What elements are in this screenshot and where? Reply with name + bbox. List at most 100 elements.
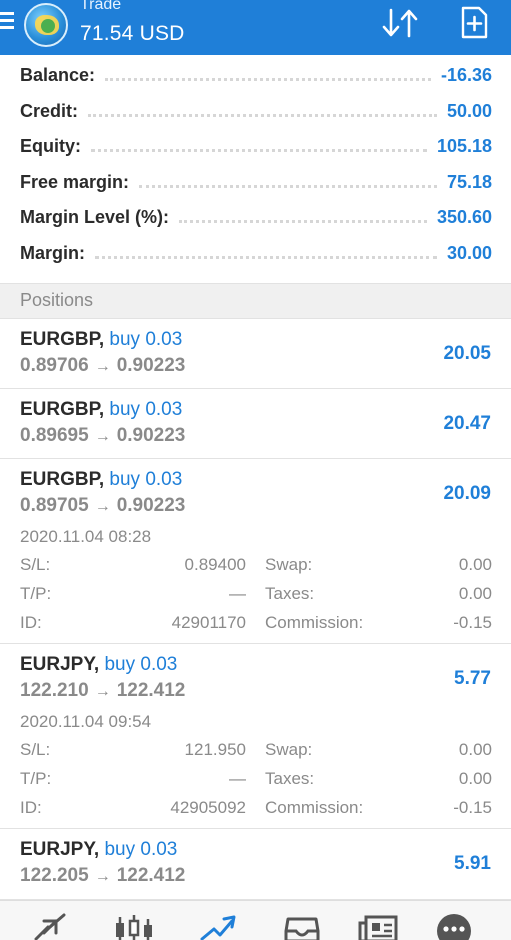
taxes-value: 0.00 [458,584,492,603]
open-time: 2020.11.04 09:54 [20,712,152,731]
arrow-right-icon: → [94,428,111,445]
current-price: 0.90223 [116,495,186,516]
margin-level-label: Margin Level (%): [20,206,170,227]
new-order-icon[interactable] [459,6,489,40]
taxes-value: 0.00 [458,769,492,788]
sort-icon[interactable] [381,8,419,38]
credit-value: 50.00 [446,100,492,121]
position-row-expanded[interactable]: EURGBP, buy 0.03 0.89705 → 0.90223 20.09 2… [0,459,511,644]
swap-label: Swap: [265,740,313,759]
commission-label: Commission: [265,613,364,632]
swap-value: 0.00 [458,555,492,574]
open-price: 122.210 [20,680,89,701]
position-title: EURGBP, buy 0.03 [20,399,182,421]
position-profit: 5.91 [454,853,491,874]
current-price: 0.90223 [116,425,186,446]
history-icon[interactable] [282,913,322,940]
dotted-leader [139,184,437,188]
credit-label: Credit: [20,100,78,121]
position-prices: 0.89705 → 0.90223 [20,495,185,517]
commission-label: Commission: [265,798,364,817]
position-symbol: EURGBP, [20,329,105,350]
taxes-label: Taxes: [265,769,315,788]
open-price: 122.205 [20,865,89,886]
arrow-right-icon: → [94,868,111,885]
news-icon[interactable] [358,913,398,940]
margin-level-row: Margin Level (%): 350.60 [20,199,492,235]
metatrader-logo [24,3,68,47]
quotes-icon[interactable] [30,913,70,940]
equity-label: Equity: [20,135,81,156]
tp-label: T/P: [20,584,52,603]
id-label: ID: [20,798,42,817]
current-price: 122.412 [116,680,186,701]
balance-value: -16.36 [440,64,492,85]
id-label: ID: [20,613,42,632]
margin-level-value: 350.60 [436,206,492,227]
id-value: 42901170 [171,613,246,632]
position-symbol: EURGBP, [20,469,105,490]
margin-label: Margin: [20,242,85,263]
account-summary: Balance: -16.36 Credit: 50.00 Equity: 10… [0,55,511,283]
free-margin-value: 75.18 [446,171,492,192]
position-symbol: EURJPY, [20,839,100,860]
position-row[interactable]: EURGBP, buy 0.03 0.89695 → 0.90223 20.47 [0,389,511,459]
taxes-label: Taxes: [265,584,315,603]
equity-row: Equity: 105.18 [20,128,492,164]
swap-label: Swap: [265,555,313,574]
sl-value: 121.950 [184,740,246,759]
detail-row: T/P: — Taxes: 0.00 [20,769,492,793]
position-prices: 0.89695 → 0.90223 [20,425,185,447]
commission-value: -0.15 [453,613,492,632]
free-margin-label: Free margin: [20,171,130,192]
position-profit: 20.05 [443,343,491,364]
position-title: EURJPY, buy 0.03 [20,654,177,676]
position-profit: 20.09 [443,483,491,504]
equity-value: 105.18 [436,135,492,156]
detail-row: T/P: — Taxes: 0.00 [20,584,492,608]
balance-label: Balance: [20,64,96,85]
margin-row: Margin: 30.00 [20,235,492,271]
open-time: 2020.11.04 08:28 [20,527,152,546]
arrow-right-icon: → [94,683,111,700]
position-title: EURJPY, buy 0.03 [20,839,177,861]
position-prices: 122.210 → 122.412 [20,680,185,702]
position-action: buy 0.03 [109,329,183,350]
position-profit: 20.47 [443,413,491,434]
position-symbol: EURJPY, [20,654,100,675]
position-title: EURGBP, buy 0.03 [20,469,182,491]
position-action: buy 0.03 [109,399,183,420]
credit-row: Credit: 50.00 [20,93,492,129]
dotted-leader [95,255,437,259]
detail-row: ID: 42905092 Commission: -0.15 [20,798,492,822]
margin-value: 30.00 [446,242,492,263]
sl-label: S/L: [20,740,51,759]
position-symbol: EURGBP, [20,399,105,420]
open-price: 0.89705 [20,495,89,516]
commission-value: -0.15 [453,798,492,817]
position-row-expanded[interactable]: EURJPY, buy 0.03 122.210 → 122.412 5.77 20… [0,644,511,829]
menu-icon[interactable] [0,12,16,34]
current-price: 122.412 [116,865,186,886]
free-margin-row: Free margin: 75.18 [20,164,492,200]
current-price: 0.90223 [116,355,186,376]
chart-icon[interactable] [114,913,154,940]
id-value: 42905092 [170,798,246,817]
arrow-right-icon: → [94,358,111,375]
open-price: 0.89706 [20,355,89,376]
detail-row: ID: 42901170 Commission: -0.15 [20,613,492,637]
swap-value: 0.00 [458,740,492,759]
detail-row: S/L: 121.950 Swap: 0.00 [20,740,492,764]
messages-icon[interactable] [434,913,474,940]
screen-title: Trade [80,0,122,13]
position-row[interactable]: EURGBP, buy 0.03 0.89706 → 0.90223 20.05 [0,319,511,389]
trade-icon[interactable] [198,913,238,940]
arrow-right-icon: → [94,498,111,515]
bottom-navigation [0,900,511,940]
positions-section-header: Positions [0,283,511,319]
tp-value: — [229,584,246,603]
position-row[interactable]: EURJPY, buy 0.03 122.205 → 122.412 5.91 [0,829,511,900]
dotted-leader [179,219,427,223]
tp-label: T/P: [20,769,52,788]
position-prices: 0.89706 → 0.90223 [20,355,185,377]
